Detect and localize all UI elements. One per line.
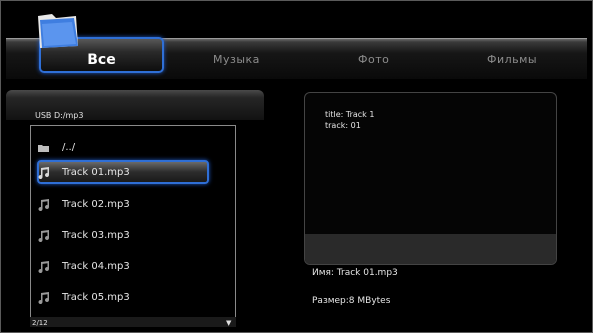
folder-small-icon [38, 145, 49, 152]
file-name-info: Имя: Track 01.mp3 [312, 268, 398, 278]
list-item[interactable]: Track 03.mp3 [38, 228, 198, 244]
tab-all-label: Все [87, 52, 116, 68]
list-item-label: Track 05.mp3 [62, 292, 130, 303]
info-panel-footer [305, 234, 556, 264]
tab-music[interactable]: Музыка [213, 53, 260, 66]
list-item[interactable]: Track 05.mp3 [38, 290, 198, 306]
list-item-label: Track 02.mp3 [62, 199, 130, 210]
music-note-icon [38, 261, 50, 273]
scroll-down-icon[interactable]: ▼ [226, 319, 231, 327]
music-note-icon [38, 167, 50, 179]
list-footer [30, 317, 236, 327]
file-size-info: Размер:8 MBytes [312, 296, 391, 306]
list-item-label: Track 04.mp3 [62, 261, 130, 272]
list-item-label: Track 03.mp3 [62, 230, 130, 241]
music-note-icon [38, 230, 50, 242]
list-item-parent[interactable]: /../ [38, 140, 198, 156]
list-item[interactable]: Track 02.mp3 [38, 197, 198, 213]
list-item[interactable]: Track 04.mp3 [38, 259, 198, 275]
current-path: USB D:/mp3 [35, 111, 84, 120]
tab-photo[interactable]: Фото [358, 53, 389, 66]
folder-icon [38, 14, 78, 48]
music-note-icon [38, 292, 50, 304]
list-item-label: /../ [62, 142, 76, 153]
tab-films[interactable]: Фильмы [487, 53, 537, 66]
music-note-icon [38, 199, 50, 211]
list-item-label: Track 01.mp3 [62, 167, 130, 178]
meta-track: track: 01 [325, 121, 361, 130]
list-item[interactable]: Track 01.mp3 [38, 165, 198, 181]
meta-title: title: Track 1 [325, 110, 375, 119]
page-counter: 2/12 [32, 319, 48, 327]
